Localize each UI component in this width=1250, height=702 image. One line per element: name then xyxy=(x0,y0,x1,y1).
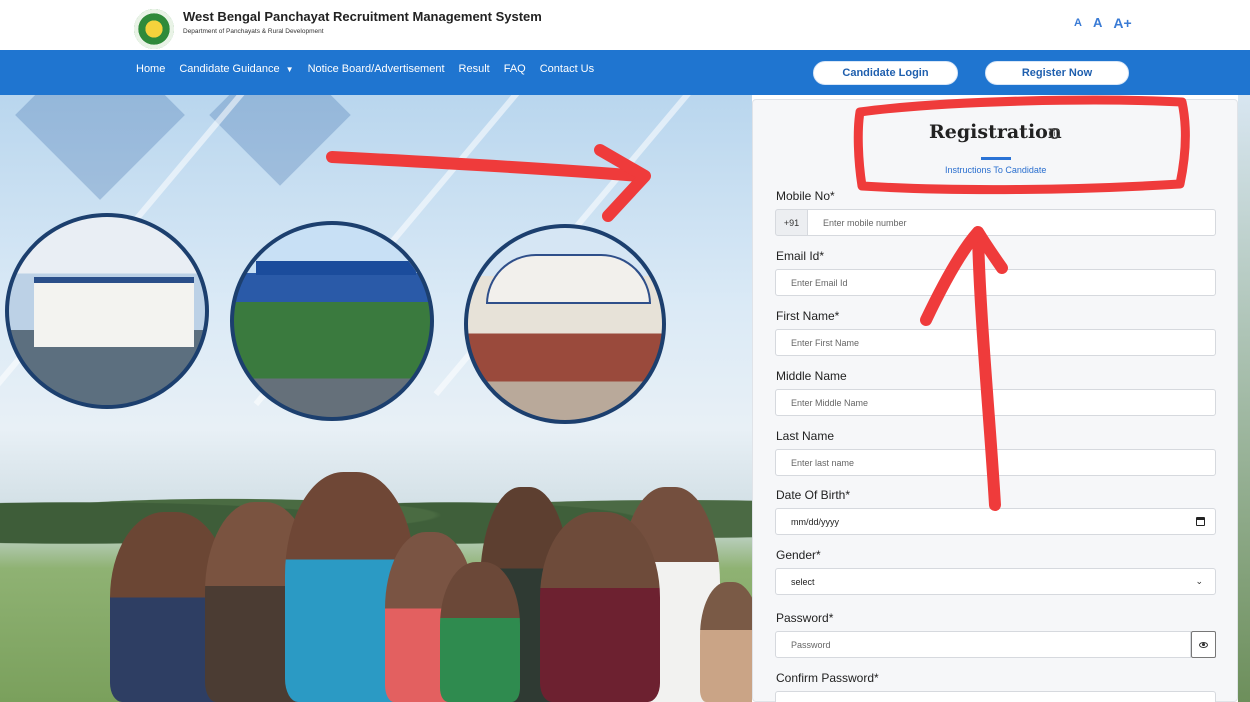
person-figure xyxy=(440,562,520,702)
calendar-icon[interactable] xyxy=(1196,517,1205,526)
last-name-input[interactable]: Enter last name xyxy=(775,449,1216,476)
eye-icon xyxy=(1199,641,1208,648)
caret-down-icon: ▼ xyxy=(285,65,294,74)
email-label: Email Id* xyxy=(776,249,825,263)
mobile-input[interactable]: Enter mobile number xyxy=(807,209,1216,236)
registration-title: Registration xyxy=(929,121,1062,143)
main-nav: Home Candidate Guidance ▼ Notice Board/Ad… xyxy=(0,50,1250,95)
office-photo-3 xyxy=(464,224,666,424)
nav-candidate-guidance[interactable]: Candidate Guidance ▼ xyxy=(179,63,293,75)
last-name-label: Last Name xyxy=(776,429,835,443)
nav-contact-us[interactable]: Contact Us xyxy=(540,63,594,75)
chevron-down-icon: ⌄ xyxy=(1195,576,1203,586)
candidate-login-button[interactable]: Candidate Login xyxy=(813,61,958,85)
show-password-button[interactable] xyxy=(1191,631,1216,658)
building-shape xyxy=(34,277,194,347)
password-label: Password* xyxy=(776,611,834,625)
dob-input[interactable]: mm/dd/yyyy xyxy=(775,508,1216,535)
register-now-button[interactable]: Register Now xyxy=(985,61,1129,85)
gender-label: Gender* xyxy=(776,548,821,562)
first-name-label: First Name* xyxy=(776,309,840,323)
first-name-input[interactable]: Enter First Name xyxy=(775,329,1216,356)
gender-select[interactable]: select ⌄ xyxy=(775,568,1216,595)
nav-home[interactable]: Home xyxy=(136,63,165,75)
password-input[interactable]: Password xyxy=(775,631,1191,658)
font-size-controls: A A A+ xyxy=(1074,15,1132,31)
font-normal-button[interactable]: A xyxy=(1093,15,1102,31)
confirm-password-label: Confirm Password* xyxy=(776,671,879,685)
person-figure xyxy=(700,582,752,702)
registration-panel: Registration i Instructions To Candidate… xyxy=(752,99,1238,702)
font-increase-button[interactable]: A+ xyxy=(1113,15,1131,31)
background-edge xyxy=(1238,95,1250,702)
header: West Bengal Panchayat Recruitment Manage… xyxy=(0,0,1250,50)
dob-value: mm/dd/yyyy xyxy=(791,516,840,527)
nav-candidate-guidance-label: Candidate Guidance xyxy=(179,63,280,75)
country-code-prefix: +91 xyxy=(775,209,808,236)
emblem-logo[interactable] xyxy=(134,9,174,49)
office-photo-1 xyxy=(5,213,209,409)
site-subtitle: Department of Panchayats & Rural Develop… xyxy=(183,28,324,35)
font-decrease-button[interactable]: A xyxy=(1074,17,1082,31)
middle-name-label: Middle Name xyxy=(776,369,847,383)
hero-decor-shape xyxy=(15,95,185,200)
mobile-label: Mobile No* xyxy=(776,189,835,203)
arch-shape xyxy=(486,254,651,304)
instructions-link[interactable]: Instructions To Candidate xyxy=(945,165,1046,175)
hero-banner-image xyxy=(0,95,752,702)
nav-notice-board[interactable]: Notice Board/Advertisement xyxy=(308,63,445,75)
dob-label: Date Of Birth* xyxy=(776,488,851,502)
nav-links: Home Candidate Guidance ▼ Notice Board/Ad… xyxy=(136,63,594,75)
middle-name-input[interactable]: Enter Middle Name xyxy=(775,389,1216,416)
tab-underline xyxy=(981,157,1011,160)
info-icon[interactable]: i xyxy=(1049,128,1060,139)
email-input[interactable]: Enter Email Id xyxy=(775,269,1216,296)
office-photo-2 xyxy=(230,221,434,421)
person-figure xyxy=(540,512,660,702)
gender-value: select xyxy=(791,576,815,587)
nav-result[interactable]: Result xyxy=(459,63,490,75)
confirm-password-input[interactable] xyxy=(775,691,1216,702)
nav-faq[interactable]: FAQ xyxy=(504,63,526,75)
site-title: West Bengal Panchayat Recruitment Manage… xyxy=(183,9,542,24)
gate-sign-shape xyxy=(256,261,416,275)
